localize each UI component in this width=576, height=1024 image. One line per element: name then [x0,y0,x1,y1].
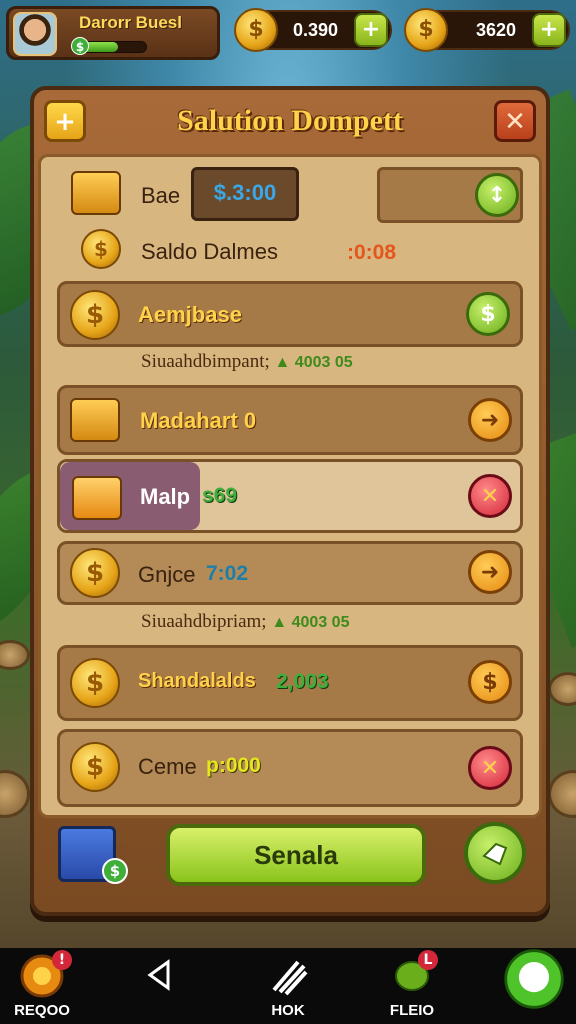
sub-line-delta: ▲ 4003 05 [274,354,353,371]
nav-item-rewards[interactable]: REQOO ! [2,950,82,1020]
currency-counter-1: $ 0.390 + [234,8,392,52]
row-value: 2,003 [276,670,329,693]
row-action-button[interactable]: ✕ [468,474,512,518]
row-label: Shandalalds [138,670,256,692]
panel-header: + Salution Dompett ✕ [34,90,546,152]
gift-box-icon [72,476,122,520]
panel-footer: $ Senala [38,812,542,902]
notification-badge: L [418,950,438,970]
nav-label: REQOO [14,1002,70,1019]
panel-content: Bae $.3:00 ↕ $ Saldo Dalmes :0:08 $ Aemj… [38,154,542,818]
row-action-button[interactable]: ➜ [468,398,512,442]
nav-item-hok[interactable]: HOK [248,952,328,1020]
player-name: Darorr Buesl [79,13,182,32]
panel-title: Salution Dompett [177,104,403,137]
row-label: Gnjce [138,562,196,587]
balance-label: Bae [141,183,181,208]
notification-badge: ! [52,950,72,970]
row-label: Malp [140,484,191,509]
coin-icon: $ [70,290,120,340]
bottom-nav: REQOO ! HOK FLEIO L [0,948,576,1024]
add-button[interactable]: + [44,100,86,142]
wallet-row[interactable]: $ Ceme p:000 ✕ [57,729,523,807]
wallet-row[interactable]: Malp s69 ✕ [57,459,523,533]
currency-counter-2: $ 3620 + [404,8,570,52]
currency-value: 0.390 [292,20,338,40]
row-value: 7:02 [206,562,249,585]
coin-icon: $ [70,658,120,708]
coin-icon: $ [81,229,121,269]
coin-icon: $ [70,548,120,598]
treasure-chest-icon [70,398,120,442]
row-action-button[interactable]: ✕ [468,746,512,790]
background-coin [548,770,576,818]
row-value: p:000 [206,754,261,777]
balance-action-button[interactable]: ↕ [475,173,519,217]
add-currency-button[interactable]: + [354,13,388,47]
background-coin [548,672,576,706]
share-button[interactable] [464,822,526,884]
sub-line-text: Siuaahdbimpant; [141,351,270,372]
profile-card[interactable]: Darorr Buesl $ [6,6,220,60]
balance-sub-value: :0:08 [347,241,397,264]
coin-icon: $ [404,8,448,52]
row-action-button[interactable]: ➜ [468,550,512,594]
sub-line-delta: ▲ 4003 05 [271,614,350,631]
nav-item-back[interactable] [120,952,200,1020]
row-label: Madahart 0 [140,408,257,433]
back-icon [147,959,170,991]
close-button[interactable]: ✕ [494,100,536,142]
dollar-icon: $ [102,858,128,884]
dollar-icon: $ [71,37,89,55]
background-coin [0,770,30,818]
row-action-button[interactable]: $ [468,660,512,704]
sub-line: Siuaahdbimpant; ▲ 4003 05 [141,351,353,373]
nav-label: HOK [271,1002,305,1019]
chat-icon [504,949,564,1009]
balance-value: $.3:00 [191,167,299,221]
wallet-row[interactable]: $ Gnjce 7:02 ➜ [57,541,523,605]
treasure-chest-icon [71,171,121,215]
sub-line: Siuaahdbipriam; ▲ 4003 05 [141,611,349,633]
row-value: s69 [202,484,238,507]
background-coin [0,640,30,670]
sub-line-text: Siuaahdbipriam; [141,611,267,632]
currency-value: 3620 [475,20,516,40]
coin-icon: $ [70,742,120,792]
wallet-panel: + Salution Dompett ✕ Bae $.3:00 ↕ $ Sald… [30,86,550,916]
nav-item-social[interactable] [494,949,574,1020]
wallet-row[interactable]: Madahart 0 ➜ [57,385,523,455]
balance-sub-label: Saldo Dalmes [141,239,278,264]
nav-label: FLEIO [389,1002,435,1019]
row-action-button[interactable]: $ [466,292,510,336]
nav-item-field[interactable]: FLEIO L [372,950,452,1020]
confirm-button[interactable]: Senala [166,824,426,886]
row-label: Aemjbase [138,302,242,327]
coin-icon: $ [234,8,278,52]
share-icon [482,842,508,866]
top-bar: Darorr Buesl $ $ 0.390 + $ 3620 + [6,6,570,62]
add-currency-button[interactable]: + [532,13,566,47]
row-label: Ceme [138,754,197,779]
tools-icon [272,960,308,996]
wallet-row[interactable]: $ Aemjbase $ [57,281,523,347]
avatar[interactable] [13,12,57,56]
wallet-row[interactable]: $ Shandalalds 2,003 $ [57,645,523,721]
